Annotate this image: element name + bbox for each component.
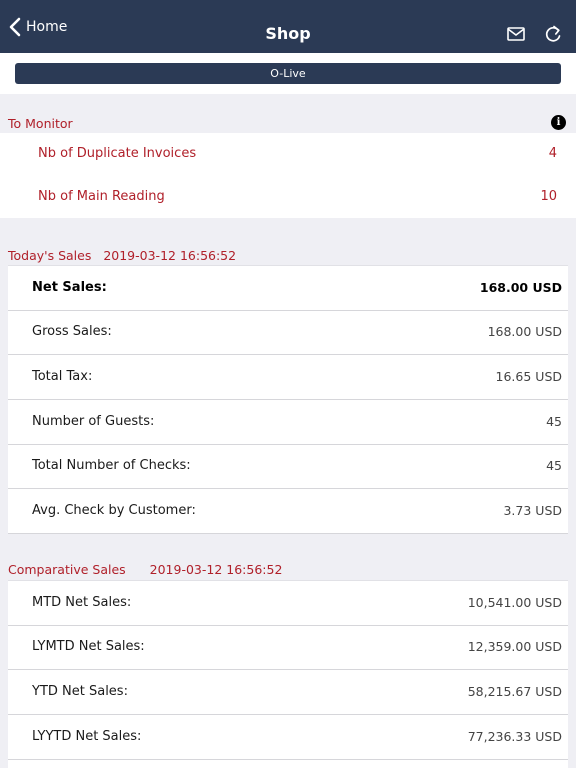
row-label: Net Sales: <box>32 280 107 295</box>
row-label: LYMTD Net Sales: <box>32 639 145 654</box>
row-value: 45 <box>546 458 562 473</box>
monitor-row-duplicate-invoices[interactable]: Nb of Duplicate Invoices 4 <box>0 133 576 175</box>
table-row: Total Number of Checks: 45 <box>8 444 568 489</box>
monitor-row-value: 10 <box>540 189 557 204</box>
row-value: 45 <box>546 414 562 429</box>
monitor-row-label: Nb of Main Reading <box>38 189 165 204</box>
comparative-section-timestamp: 2019-03-12 16:56:52 <box>149 562 283 577</box>
row-label: Avg. Check by Customer: <box>32 503 196 518</box>
table-row: YTD Net Sales: 58,215.67 USD <box>8 670 568 715</box>
row-value: 58,215.67 USD <box>467 684 562 699</box>
olive-bar: O-Live <box>0 53 576 94</box>
row-value: 10,541.00 USD <box>467 595 562 610</box>
nav-bar: Home Shop <box>0 0 576 53</box>
comparative-section-header: Comparative Sales 2019-03-12 16:56:52 <box>8 562 282 577</box>
table-row: Gross Sales: 168.00 USD <box>8 310 568 355</box>
row-label: Total Number of Checks: <box>32 458 191 473</box>
row-value: 168.00 USD <box>479 280 562 295</box>
comparative-sales-card: MTD Net Sales: 10,541.00 USD LYMTD Net S… <box>8 580 568 768</box>
table-row: Net Sales: 168.00 USD <box>8 266 568 311</box>
info-icon[interactable]: i <box>551 115 566 130</box>
mail-button[interactable] <box>506 24 528 44</box>
row-label: Gross Sales: <box>32 324 112 339</box>
refresh-icon <box>545 25 561 42</box>
monitor-row-label: Nb of Duplicate Invoices <box>38 146 197 161</box>
page-title: Shop <box>265 24 311 43</box>
table-row: LYYTD Net Sales: 77,236.33 USD <box>8 715 568 760</box>
row-label: Total Tax: <box>32 369 93 384</box>
olive-button[interactable]: O-Live <box>15 63 561 84</box>
row-label: MTD Net Sales: <box>32 595 132 610</box>
monitor-row-main-reading[interactable]: Nb of Main Reading 10 <box>0 176 576 218</box>
row-value: 12,359.00 USD <box>467 639 562 654</box>
mail-icon <box>507 27 525 41</box>
today-section-title: Today's Sales <box>8 248 92 263</box>
row-value: 16.65 USD <box>495 369 562 384</box>
today-section-timestamp: 2019-03-12 16:56:52 <box>103 248 237 263</box>
table-row: Number of Guests: 45 <box>8 400 568 445</box>
monitor-panel: Nb of Duplicate Invoices 4 Nb of Main Re… <box>0 133 576 218</box>
today-section-header: Today's Sales 2019-03-12 16:56:52 <box>8 248 236 263</box>
table-row: MTD Net Sales: 10,541.00 USD <box>8 581 568 626</box>
monitor-section-title: To Monitor <box>8 116 73 131</box>
refresh-button[interactable] <box>543 24 565 44</box>
row-label: LYYTD Net Sales: <box>32 729 142 744</box>
table-row: Total Tax: 16.65 USD <box>8 355 568 400</box>
table-row: LYMTD Net Sales: 12,359.00 USD <box>8 625 568 670</box>
comparative-section-title: Comparative Sales <box>8 562 126 577</box>
row-value: 3.73 USD <box>503 503 562 518</box>
today-sales-card: Net Sales: 168.00 USD Gross Sales: 168.0… <box>8 265 568 534</box>
row-label: Number of Guests: <box>32 414 155 429</box>
row-label: YTD Net Sales: <box>32 684 128 699</box>
table-row: Avg. Check by Customer: 3.73 USD <box>8 489 568 534</box>
monitor-row-value: 4 <box>548 146 557 161</box>
row-value: 77,236.33 USD <box>467 729 562 744</box>
row-value: 168.00 USD <box>487 324 562 339</box>
